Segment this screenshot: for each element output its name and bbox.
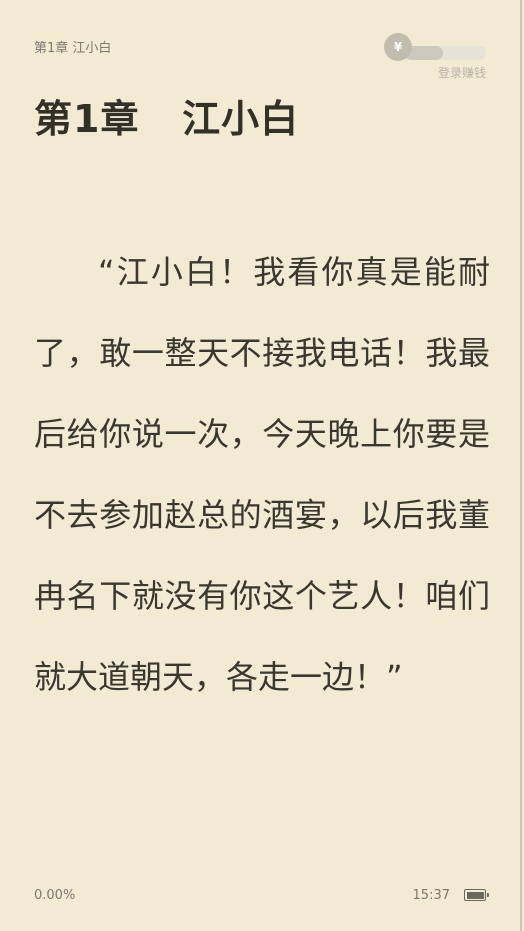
battery-level-fill bbox=[466, 891, 484, 899]
battery-icon bbox=[464, 889, 489, 901]
login-earn-label[interactable]: 登录赚钱 bbox=[438, 64, 486, 81]
running-chapter-header: 第1章 江小白 bbox=[34, 41, 112, 56]
reading-progress: 0.00% bbox=[34, 888, 76, 903]
earn-toggle-track[interactable] bbox=[404, 46, 486, 60]
coin-icon[interactable]: ¥ bbox=[384, 33, 412, 61]
clock-time: 15:37 bbox=[412, 888, 450, 903]
chapter-body-text: “江小白！我看你真是能耐了，敢一整天不接我电话！我最后给你说一次，今天晚上你要是… bbox=[34, 253, 490, 696]
login-earn-widget[interactable]: ¥ 登录赚钱 bbox=[384, 33, 486, 84]
reader-page[interactable]: 第1章 江小白 ¥ 登录赚钱 第1章 江小白 “江小白！我看你真是能耐了，敢一整… bbox=[0, 0, 522, 931]
chapter-title: 第1章 江小白 bbox=[34, 97, 300, 141]
